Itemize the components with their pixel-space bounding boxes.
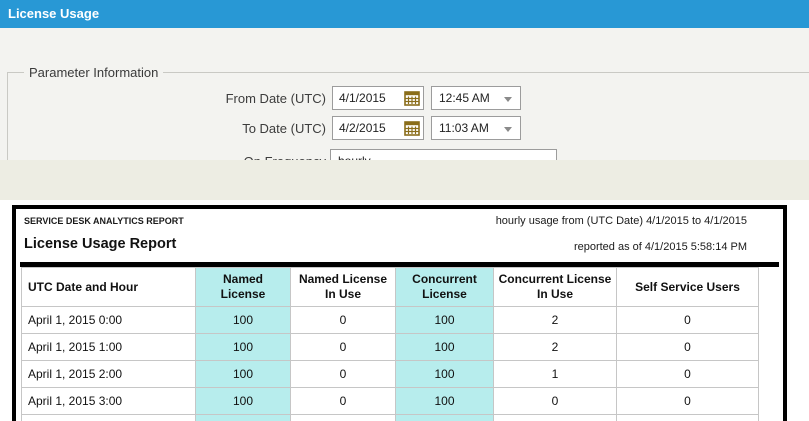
- cell-date: April 1, 2015 3:00: [22, 388, 196, 415]
- cell-date: April 1, 2015 4:00: [22, 415, 196, 421]
- cell-self-service: 0: [617, 334, 759, 361]
- col-header-self-service: Self Service Users: [617, 268, 759, 307]
- cell-self-service: 0: [617, 415, 759, 421]
- col-header-concurrent-in-use: Concurrent License In Use: [494, 268, 617, 307]
- cell-named-license: 100: [196, 307, 291, 334]
- from-date-label: From Date (UTC): [120, 91, 326, 106]
- table-row: April 1, 2015 2:00 100 0 100 1 0: [22, 361, 759, 388]
- from-time-select[interactable]: 12:45 AM: [431, 86, 521, 110]
- license-usage-table: UTC Date and Hour Named License Named Li…: [21, 267, 759, 421]
- chevron-down-icon: [504, 97, 512, 102]
- cell-concurrent-license: 100: [396, 307, 494, 334]
- to-date-calendar-icon[interactable]: [404, 120, 420, 136]
- cell-concurrent-in-use: 0: [494, 388, 617, 415]
- cell-self-service: 0: [617, 307, 759, 334]
- report-brand-label: SERVICE DESK ANALYTICS REPORT: [24, 216, 184, 226]
- from-time-value: 12:45 AM: [439, 91, 490, 105]
- cell-named-license: 100: [196, 334, 291, 361]
- report-toolbar: of 1 Select a format Export: [0, 160, 809, 200]
- cell-named-license: 100: [196, 388, 291, 415]
- table-row: April 1, 2015 1:00 100 0 100 2 0: [22, 334, 759, 361]
- to-time-value: 11:03 AM: [439, 121, 489, 135]
- cell-named-license: 100: [196, 361, 291, 388]
- report-title: License Usage Report: [24, 236, 176, 252]
- cell-self-service: 0: [617, 361, 759, 388]
- cell-concurrent-license: 100: [396, 361, 494, 388]
- cell-concurrent-license: 100: [396, 334, 494, 361]
- cell-named-in-use: 0: [291, 388, 396, 415]
- cell-named-in-use: 0: [291, 415, 396, 421]
- col-header-concurrent-license: Concurrent License: [396, 268, 494, 307]
- table-header-row: UTC Date and Hour Named License Named Li…: [22, 268, 759, 307]
- cell-date: April 1, 2015 2:00: [22, 361, 196, 388]
- from-date-calendar-icon[interactable]: [404, 90, 420, 106]
- cell-concurrent-in-use: 1: [494, 361, 617, 388]
- cell-named-in-use: 0: [291, 307, 396, 334]
- license-usage-window: License Usage Parameter Information From…: [0, 0, 809, 421]
- report-viewport: SERVICE DESK ANALYTICS REPORT hourly usa…: [12, 205, 787, 421]
- cell-concurrent-license: 100: [396, 388, 494, 415]
- table-row: April 1, 2015 3:00 100 0 100 0 0: [22, 388, 759, 415]
- cell-named-in-use: 0: [291, 361, 396, 388]
- cell-concurrent-in-use: 2: [494, 334, 617, 361]
- table-row: April 1, 2015 4:00 100 0 100 0 0: [22, 415, 759, 421]
- cell-date: April 1, 2015 0:00: [22, 307, 196, 334]
- cell-date: April 1, 2015 1:00: [22, 334, 196, 361]
- table-row: April 1, 2015 0:00 100 0 100 2 0: [22, 307, 759, 334]
- report-timestamp-label: reported as of 4/1/2015 5:58:14 PM: [574, 241, 747, 253]
- parameter-groupbox-legend: Parameter Information: [24, 65, 163, 80]
- cell-self-service: 0: [617, 388, 759, 415]
- cell-concurrent-in-use: 2: [494, 307, 617, 334]
- cell-concurrent-in-use: 0: [494, 415, 617, 421]
- cell-named-in-use: 0: [291, 334, 396, 361]
- cell-concurrent-license: 100: [396, 415, 494, 421]
- cell-named-license: 100: [196, 415, 291, 421]
- col-header-named-in-use: Named License In Use: [291, 268, 396, 307]
- to-time-select[interactable]: 11:03 AM: [431, 116, 521, 140]
- report-range-label: hourly usage from (UTC Date) 4/1/2015 to…: [496, 215, 747, 227]
- page-title: License Usage: [0, 0, 809, 28]
- to-date-label: To Date (UTC): [120, 121, 326, 136]
- col-header-named-license: Named License: [196, 268, 291, 307]
- col-header-utc-date: UTC Date and Hour: [22, 268, 196, 307]
- parameter-section: Parameter Information From Date (UTC) 12…: [0, 28, 809, 160]
- chevron-down-icon: [504, 127, 512, 132]
